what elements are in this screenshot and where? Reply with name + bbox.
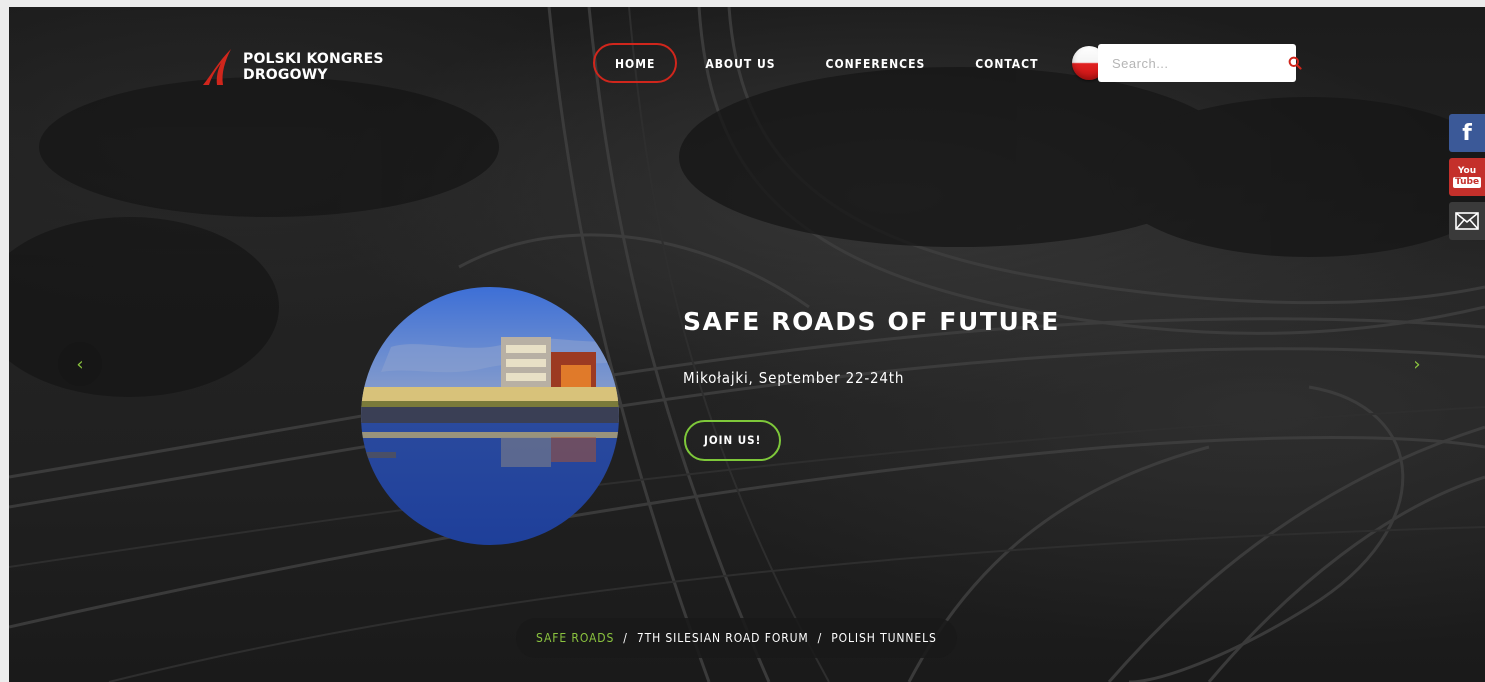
youtube-glyph: You Tube — [1452, 165, 1482, 188]
slide-title: SAFE ROADS OF FUTURE — [683, 307, 1060, 336]
tab-safe-roads[interactable]: SAFE ROADS — [536, 631, 614, 645]
site-logo[interactable]: POLSKI KONGRES DROGOWY — [201, 47, 384, 87]
slide-photo — [361, 287, 619, 545]
search-input[interactable] — [1098, 44, 1288, 82]
tab-separator: / — [623, 631, 628, 645]
social-links: f You Tube — [1449, 114, 1485, 246]
facebook-glyph: f — [1462, 120, 1472, 146]
nav-conferences[interactable]: CONFERENCES — [804, 43, 948, 83]
logo-line-2: DROGOWY — [243, 67, 328, 83]
search-icon[interactable] — [1288, 44, 1302, 82]
nav-contact[interactable]: CONTACT — [953, 43, 1060, 83]
tab-polish-tunnels[interactable]: POLISH TUNNELS — [831, 631, 937, 645]
logo-text: POLSKI KONGRES DROGOWY — [243, 51, 384, 83]
road-interchange-background — [9, 7, 1485, 682]
search-box — [1098, 44, 1302, 82]
slide-subtitle: Mikołajki, September 22-24th — [683, 369, 905, 387]
join-us-button[interactable]: JOIN US! — [684, 420, 782, 461]
mail-icon[interactable] — [1449, 202, 1485, 240]
logo-line-1: POLSKI KONGRES — [243, 51, 384, 67]
hero-slider: POLSKI KONGRES DROGOWY HOME ABOUT US CON… — [9, 7, 1485, 682]
tab-silesian-road-forum[interactable]: 7TH SILESIAN ROAD FORUM — [637, 631, 809, 645]
youtube-glyph-bottom: Tube — [1452, 176, 1482, 188]
waterfront-building-image — [361, 287, 619, 545]
nav-about-us[interactable]: ABOUT US — [683, 43, 797, 83]
main-navigation: HOME ABOUT US CONFERENCES CONTACT — [593, 43, 1107, 83]
chevron-left-icon[interactable]: ‹ — [58, 342, 102, 386]
road-logo-icon — [203, 49, 231, 85]
chevron-right-icon[interactable]: › — [1395, 342, 1439, 386]
nav-home[interactable]: HOME — [593, 43, 678, 83]
slider-tabs: SAFE ROADS / 7TH SILESIAN ROAD FORUM / P… — [516, 618, 957, 658]
youtube-icon[interactable]: You Tube — [1449, 158, 1485, 196]
youtube-glyph-top: You — [1457, 165, 1477, 176]
tab-separator: / — [817, 631, 823, 645]
facebook-icon[interactable]: f — [1449, 114, 1485, 152]
